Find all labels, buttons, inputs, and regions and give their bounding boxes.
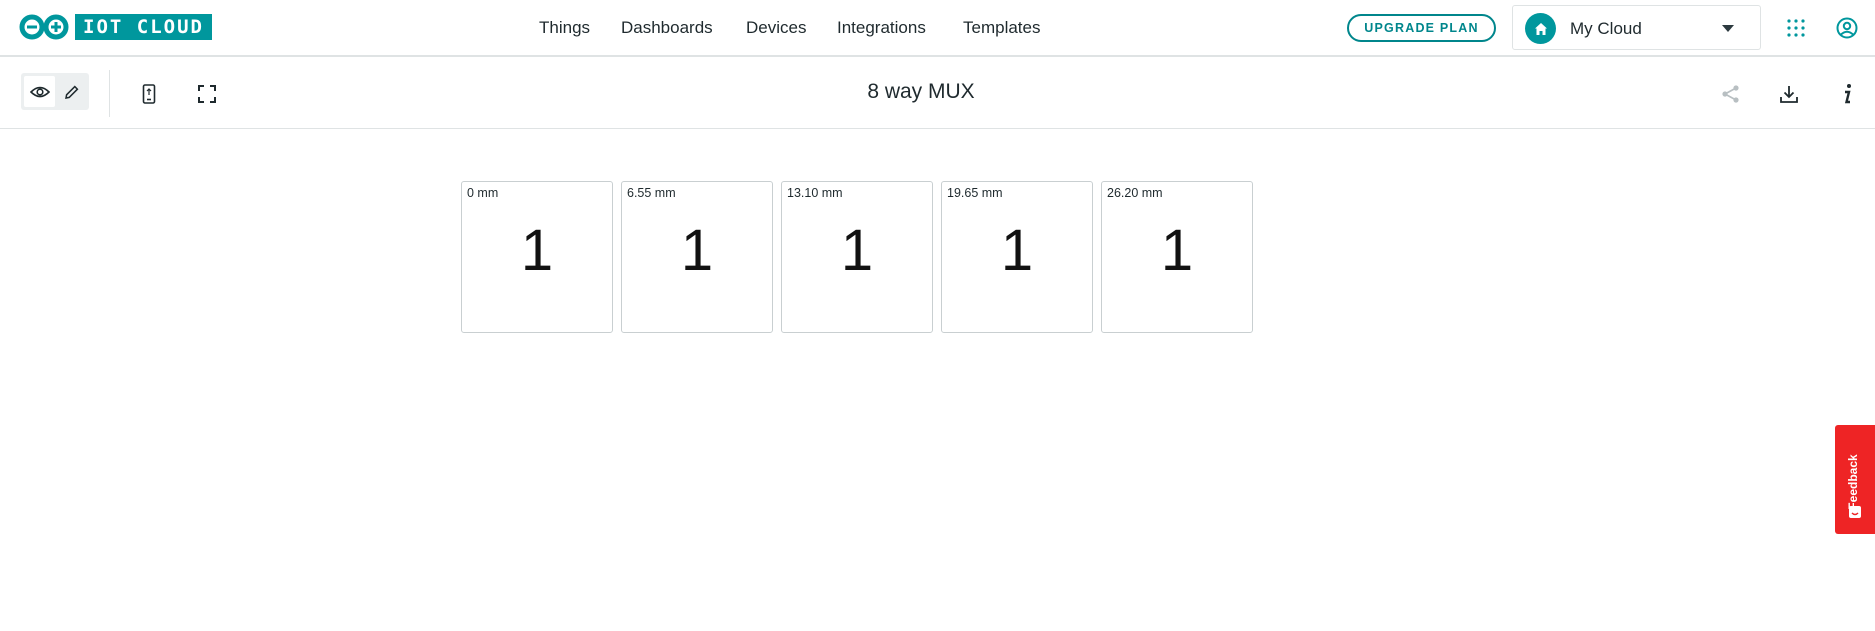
widget-value: 1 xyxy=(520,218,554,283)
widget-value: 1 xyxy=(680,218,714,283)
info-icon xyxy=(1844,84,1851,104)
share-button[interactable] xyxy=(1719,82,1743,106)
widget-value: 1 xyxy=(840,218,874,283)
nav-dashboards[interactable]: Dashboards xyxy=(621,18,713,38)
top-nav-bar: IOT CLOUD Things Dashboards Devices Inte… xyxy=(0,0,1875,57)
download-icon xyxy=(1780,86,1798,103)
widget-title: 6.55 mm xyxy=(627,186,676,200)
feedback-label: Feedback xyxy=(1846,454,1860,510)
download-button[interactable] xyxy=(1777,82,1801,106)
widget-title: 26.20 mm xyxy=(1107,186,1163,200)
apps-grid-icon[interactable] xyxy=(1787,19,1805,37)
widget-title: 0 mm xyxy=(467,186,499,200)
nav-things[interactable]: Things xyxy=(539,18,590,38)
value-widget[interactable]: 6.55 mm 1 xyxy=(621,181,773,333)
cloud-space-label: My Cloud xyxy=(1570,19,1642,38)
feedback-chat-icon xyxy=(1849,506,1861,518)
widget-title: 13.10 mm xyxy=(787,186,843,200)
iot-cloud-logo[interactable]: IOT CLOUD xyxy=(19,14,212,40)
user-account-icon[interactable] xyxy=(1836,17,1858,39)
home-icon xyxy=(1525,13,1556,44)
value-widget[interactable]: 26.20 mm 1 xyxy=(1101,181,1253,333)
value-widget[interactable]: 13.10 mm 1 xyxy=(781,181,933,333)
dashboard-title: 8 way MUX xyxy=(867,80,975,103)
dashboard-toolbar: 8 way MUX xyxy=(0,59,1875,129)
nav-devices[interactable]: Devices xyxy=(746,18,806,38)
nav-integrations[interactable]: Integrations xyxy=(837,18,926,38)
upgrade-plan-button[interactable]: UPGRADE PLAN xyxy=(1347,14,1496,42)
nav-templates[interactable]: Templates xyxy=(963,18,1040,38)
feedback-tab[interactable]: Feedback xyxy=(1835,425,1875,534)
arduino-infinity-icon xyxy=(19,14,69,40)
cloud-space-selector[interactable]: My Cloud xyxy=(1512,5,1761,50)
info-button[interactable] xyxy=(1835,82,1859,106)
chevron-down-icon xyxy=(1722,25,1734,32)
widget-value: 1 xyxy=(1160,218,1194,283)
share-icon xyxy=(1722,85,1739,103)
value-widget[interactable]: 0 mm 1 xyxy=(461,181,613,333)
widget-title: 19.65 mm xyxy=(947,186,1003,200)
widget-value: 1 xyxy=(1000,218,1034,283)
logo-text: IOT CLOUD xyxy=(75,14,212,40)
value-widget[interactable]: 19.65 mm 1 xyxy=(941,181,1093,333)
